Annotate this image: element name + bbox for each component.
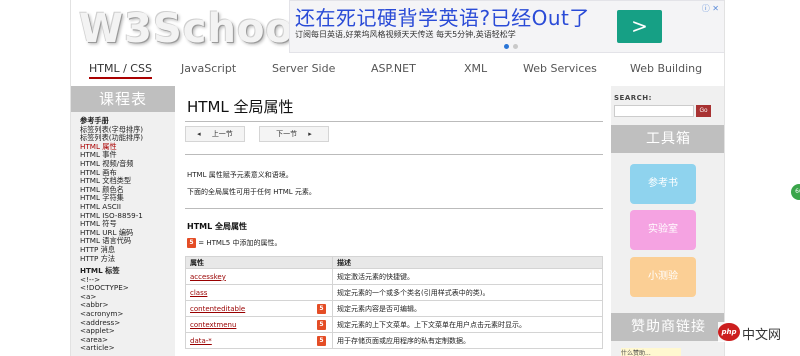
html5-icon: 5 (187, 238, 196, 248)
divider (185, 208, 603, 209)
attr-cell: data-* 5 (185, 332, 333, 349)
ad-carousel-dot-active[interactable] (504, 44, 509, 49)
attr-link[interactable]: contenteditable (190, 305, 245, 313)
ad-banner[interactable]: 还在死记硬背学英语?已经Out了 订阅每日英语,好莱坞风格视频天天传送 每天5分… (289, 0, 724, 53)
table-row: accesskey 规定激活元素的快捷键。 (185, 268, 603, 285)
attr-cell: contenteditable 5 (185, 300, 333, 317)
table-row: contenteditable 5 规定元素内容是否可编辑。 (185, 300, 603, 317)
html5-icon: 5 (317, 320, 326, 330)
desc-cell: 用于存储页面或应用程序的私有定制数据。 (332, 332, 603, 349)
html5-icon: 5 (317, 336, 326, 346)
html5-note-text: = HTML5 中添加的属性。 (198, 239, 282, 247)
intro-paragraph: HTML 属性赋予元素意义和语境。 (187, 171, 293, 179)
attr-link[interactable]: data-* (190, 337, 212, 345)
attr-cell: contextmenu 5 (185, 316, 333, 333)
tool-reference-button[interactable]: 参考书 (630, 164, 696, 204)
ad-subline: 订阅每日英语,好莱坞风格视频天天传送 每天5分钟,英语轻松学 (295, 30, 516, 39)
table-row: data-* 5 用于存储页面或应用程序的私有定制数据。 (185, 332, 603, 349)
attr-link[interactable]: accesskey (190, 273, 226, 281)
watermark-text: 中文网 (742, 328, 782, 343)
nav-html-css[interactable]: HTML / CSS (89, 62, 152, 79)
course-list-title: 课程表 (71, 86, 175, 112)
nav-web-building[interactable]: Web Building (630, 62, 702, 75)
intro-paragraph: 下面的全局属性可用于任何 HTML 元素。 (187, 188, 316, 196)
table-header-row: 属性 描述 (185, 256, 603, 269)
attr-cell: class (185, 284, 333, 301)
watermark-logo: php 中文网 (718, 322, 800, 343)
page-title: HTML 全局属性 (187, 98, 294, 116)
floating-badge[interactable]: 66 (791, 184, 800, 200)
nav-web-services[interactable]: Web Services (523, 62, 597, 75)
next-button[interactable]: 下一节 ▸ (259, 126, 329, 142)
table-header-attr: 属性 (185, 256, 333, 269)
site-logo[interactable]: W3School (79, 6, 309, 52)
nav-aspnet[interactable]: ASP.NET (371, 62, 416, 75)
tool-lab-button[interactable]: 实验室 (630, 210, 696, 250)
desc-cell: 规定元素内容是否可编辑。 (332, 300, 603, 317)
ad-carousel-dot[interactable] (513, 44, 518, 49)
ad-info-icon[interactable]: ⓘ ✕ (702, 3, 719, 14)
desc-cell: 规定元素的上下文菜单。上下文菜单在用户点击元素时显示。 (332, 316, 603, 333)
page-container: W3School 还在死记硬背学英语?已经Out了 订阅每日英语,好莱坞风格视频… (70, 0, 725, 356)
ad-headline[interactable]: 还在死记硬背学英语?已经Out了 (295, 2, 590, 31)
search-label: SEARCH: (614, 94, 652, 102)
search-go-button[interactable]: Go (696, 105, 711, 117)
nav-xml[interactable]: XML (464, 62, 487, 75)
left-sidebar: 课程表 参考手册 标签列表(字母排序) 标签列表(功能排序) HTML 属性 HTML … (71, 86, 175, 356)
next-label: 下一节 (276, 130, 298, 138)
prev-button[interactable]: ◂ 上一节 (185, 126, 245, 142)
table-row: class 规定元素的一个或多个类名(引用样式表中的类)。 (185, 284, 603, 301)
sponsor-link[interactable]: 什么赞助... (621, 348, 681, 356)
sidebar-link[interactable]: <article> (80, 344, 175, 353)
sponsor-title: 赞助商链接 (611, 313, 724, 341)
desc-cell: 规定激活元素的快捷键。 (332, 268, 603, 285)
attr-link[interactable]: class (190, 289, 207, 297)
main-content: HTML 全局属性 ◂ 上一节 下一节 ▸ HTML 属性赋予元素意义和语境。 … (185, 86, 603, 356)
search-input[interactable] (614, 105, 694, 117)
divider (185, 121, 603, 122)
html5-icon: 5 (317, 304, 326, 314)
attr-link[interactable]: contextmenu (190, 321, 236, 329)
nav-server-side[interactable]: Server Side (272, 62, 335, 75)
table-row: contextmenu 5 规定元素的上下文菜单。上下文菜单在用户点击元素时显示。 (185, 316, 603, 333)
sidebar-link[interactable]: HTTP 方法 (80, 254, 175, 264)
toolbox-title: 工具箱 (611, 125, 724, 153)
nav-javascript[interactable]: JavaScript (181, 62, 236, 75)
tool-quiz-button[interactable]: 小测验 (630, 257, 696, 297)
php-badge-icon: php (718, 323, 740, 341)
attributes-table: 属性 描述 accesskey 规定激活元素的快捷键。 class 规定元素的一个或多… (185, 256, 603, 349)
prev-label: 上一节 (211, 130, 233, 138)
section-title: HTML 全局属性 (187, 222, 247, 231)
html5-note: 5 = HTML5 中添加的属性。 (187, 238, 281, 248)
ad-go-button[interactable]: > (617, 10, 662, 43)
right-sidebar: SEARCH: Go 工具箱 参考书 实验室 小测验 赞助商链接 什么赞助... (611, 86, 724, 356)
header: W3School 还在死记硬背学英语?已经Out了 订阅每日英语,好莱坞风格视频… (71, 0, 724, 53)
table-header-desc: 描述 (332, 256, 603, 269)
course-list: 参考手册 标签列表(字母排序) 标签列表(功能排序) HTML 属性 HTML 事件 HT… (71, 112, 175, 353)
desc-cell: 规定元素的一个或多个类名(引用样式表中的类)。 (332, 284, 603, 301)
top-nav: HTML / CSS JavaScript Server Side ASP.NE… (71, 55, 724, 83)
attr-cell: accesskey (185, 268, 333, 285)
divider (185, 154, 603, 155)
